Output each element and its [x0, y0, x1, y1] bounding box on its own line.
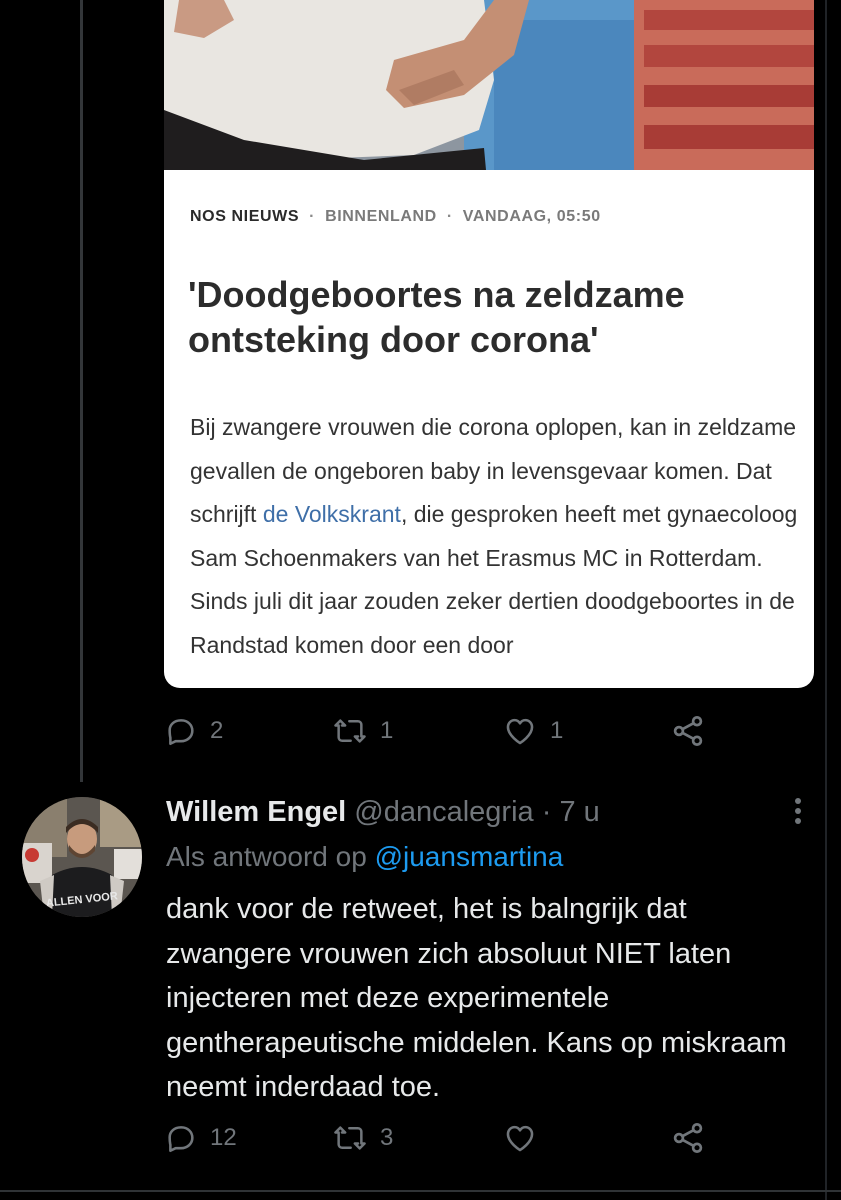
share-button[interactable] — [670, 1118, 706, 1158]
tweet-thread: NOS NIEUWS · BINNENLAND · VANDAAG, 05:50 'Do… — [0, 0, 841, 1200]
retweet-icon — [334, 719, 366, 743]
tweet-action-bar: 12 3 — [164, 1118, 724, 1158]
replying-to-label: Als antwoord op — [166, 841, 367, 872]
author-name[interactable]: Willem Engel — [166, 796, 346, 828]
article-time: VANDAAG, 05:50 — [462, 208, 601, 225]
article-meta: NOS NIEUWS · BINNENLAND · VANDAAG, 05:50 — [190, 208, 601, 226]
link-preview-card[interactable]: NOS NIEUWS · BINNENLAND · VANDAAG, 05:50 'Do… — [164, 0, 814, 688]
article-title: 'Doodgeboortes na zeldzame ontsteking do… — [188, 274, 685, 360]
tweet-text: dank voor de retweet, het is balngrijk d… — [166, 893, 787, 1103]
heart-icon — [506, 1125, 534, 1152]
replying-to-mention[interactable]: @juansmartina — [375, 841, 564, 872]
header-separator: · — [541, 796, 552, 828]
article-section: BINNENLAND — [325, 208, 437, 225]
retweet-count: 1 — [380, 717, 394, 744]
article-excerpt: Bij zwangere vrouwen die corona oplopen,… — [190, 406, 800, 667]
tweet-divider — [0, 1190, 841, 1192]
reply-count: 12 — [210, 1124, 237, 1151]
author-handle[interactable]: @dancalegria — [354, 796, 533, 828]
share-icon — [673, 716, 703, 746]
like-button[interactable] — [502, 1118, 538, 1158]
retweet-button[interactable]: 1 — [332, 711, 393, 751]
tweet-header: Willem Engel @dancalegria · 7 u — [166, 796, 600, 829]
thread-connector-line — [80, 0, 83, 782]
more-options-button[interactable] — [788, 796, 808, 826]
retweet-icon — [334, 1126, 366, 1150]
share-button[interactable] — [670, 711, 706, 751]
article-image — [164, 0, 814, 170]
tweet-action-bar: 2 1 1 — [164, 711, 724, 751]
like-count: 1 — [550, 717, 564, 744]
tweet-timestamp[interactable]: 7 u — [559, 796, 599, 828]
reply-icon — [168, 719, 194, 746]
like-button[interactable]: 1 — [502, 711, 563, 751]
retweet-count: 3 — [380, 1124, 394, 1151]
retweet-button[interactable]: 3 — [332, 1118, 393, 1158]
article-inline-link[interactable]: de Volkskrant — [263, 501, 401, 527]
reply-button[interactable]: 12 — [164, 1118, 237, 1158]
reply-button[interactable]: 2 — [164, 711, 223, 751]
reply-count: 2 — [210, 717, 224, 744]
article-source: NOS NIEUWS — [190, 208, 300, 225]
meta-separator: · — [309, 208, 316, 225]
replying-to: Als antwoord op @juansmartina — [166, 841, 563, 873]
reply-icon — [168, 1126, 194, 1153]
heart-icon — [506, 718, 534, 745]
timeline-right-border — [825, 0, 827, 1200]
meta-separator: · — [446, 208, 453, 225]
share-icon — [673, 1123, 703, 1153]
avatar[interactable]: ALLEN VOOR — [22, 797, 142, 917]
